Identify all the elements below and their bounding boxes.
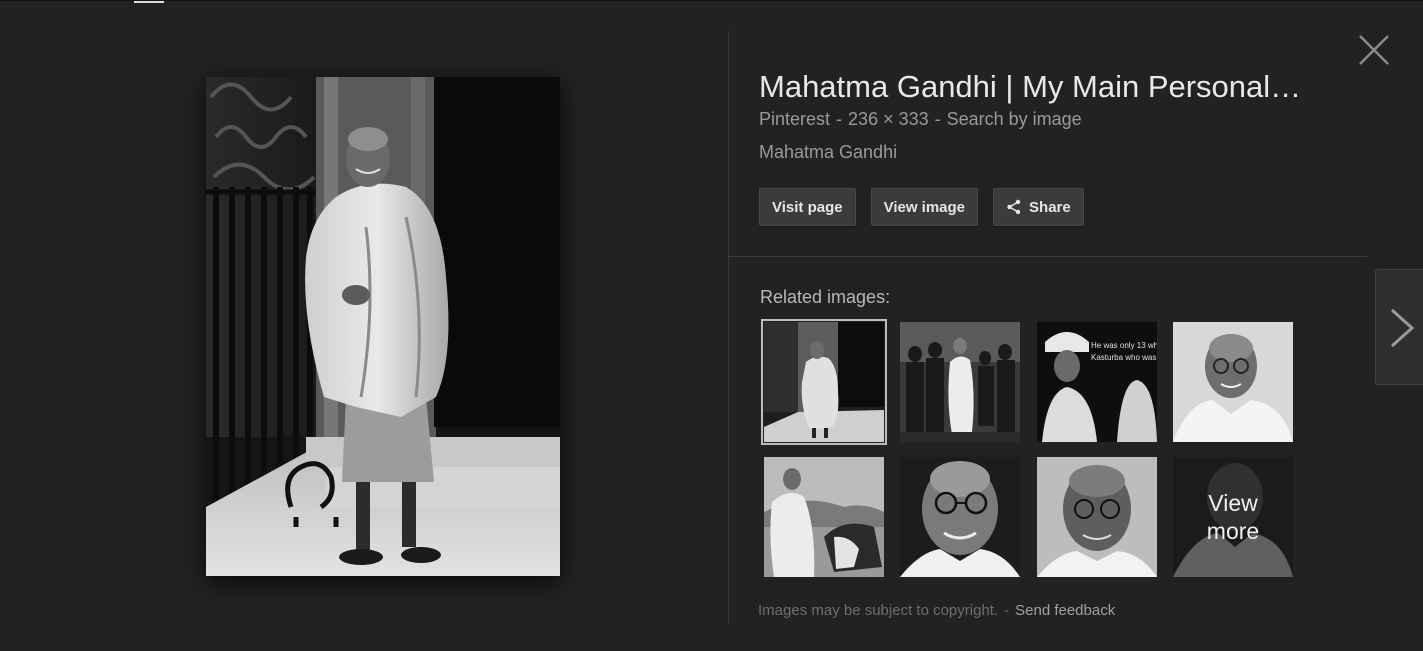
image-viewer-panel: Mahatma Gandhi | My Main Personal… Pinte… <box>0 0 1423 651</box>
visit-page-label: Visit page <box>772 198 843 216</box>
related-thumbnail[interactable] <box>761 319 887 445</box>
view-image-button[interactable]: View image <box>870 188 979 226</box>
related-thumbnail[interactable] <box>900 322 1020 442</box>
copyright-notice: Images may be subject to copyright. <box>758 602 999 619</box>
footer-separator: - <box>1004 602 1010 619</box>
image-description: Mahatma Gandhi <box>759 142 898 162</box>
view-image-label: View image <box>883 198 966 216</box>
result-pointer <box>134 1 164 3</box>
view-more-thumbnail[interactable]: View more <box>1173 457 1293 577</box>
vertical-divider <box>728 31 729 624</box>
source-site: Pinterest <box>759 109 831 129</box>
thumbnail-caption-text: He was only 13 whe <box>1091 341 1157 350</box>
send-feedback-link[interactable]: Send feedback <box>1015 602 1115 619</box>
main-image[interactable] <box>206 77 560 576</box>
related-images-heading: Related images: <box>760 287 891 307</box>
image-title[interactable]: Mahatma Gandhi | My Main Personal… <box>759 67 1349 107</box>
related-thumbnail[interactable] <box>764 457 884 577</box>
related-thumbnail[interactable] <box>900 457 1020 577</box>
share-icon <box>1006 199 1022 215</box>
related-thumbnail[interactable] <box>1173 322 1293 442</box>
horizontal-divider <box>729 256 1367 257</box>
image-dimensions: 236 × 333 <box>848 109 929 129</box>
next-image-button[interactable] <box>1375 269 1423 385</box>
share-label: Share <box>1029 198 1071 216</box>
related-thumbnail[interactable]: He was only 13 whe Kasturba who was 14 <box>1037 322 1157 442</box>
view-more-overlay: View more <box>1173 457 1293 577</box>
action-buttons: Visit page View image Share <box>759 188 1084 226</box>
main-photo-graphic <box>206 77 560 576</box>
close-icon[interactable] <box>1356 32 1392 68</box>
related-thumbnail[interactable] <box>1037 457 1157 577</box>
share-button[interactable]: Share <box>993 188 1084 226</box>
image-info: Mahatma Gandhi | My Main Personal… Pinte… <box>759 67 1359 164</box>
meta-separator: - <box>836 109 843 129</box>
chevron-right-icon <box>1390 308 1415 348</box>
image-meta: Pinterest -236 × 333- Search by image <box>759 107 1359 131</box>
meta-separator: - <box>934 109 941 129</box>
search-by-image-link[interactable]: Search by image <box>947 109 1082 129</box>
visit-page-button[interactable]: Visit page <box>759 188 856 226</box>
footer: Images may be subject to copyright. - Send… <box>758 602 1115 619</box>
thumbnail-caption-text: Kasturba who was 14 <box>1091 353 1157 362</box>
